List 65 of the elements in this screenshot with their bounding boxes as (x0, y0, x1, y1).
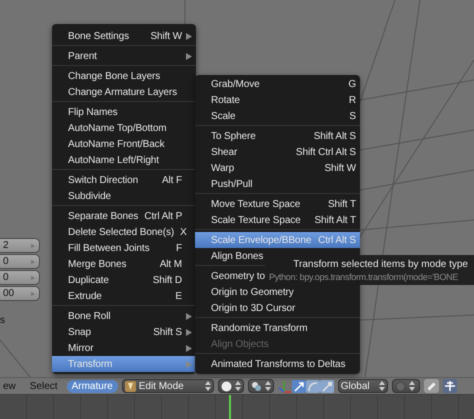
menu-item[interactable]: Warp Shift W (195, 160, 360, 176)
rotate-icon[interactable] (306, 380, 320, 392)
snap-grid-icon[interactable] (442, 379, 457, 393)
mode-dropdown[interactable]: Edit Mode (122, 379, 214, 393)
menu-item[interactable]: Mirror (52, 340, 196, 356)
menu-item[interactable]: Grab/Move G (195, 76, 360, 92)
menu-item[interactable]: Push/Pull (195, 176, 360, 192)
menu-item[interactable]: Scale S (195, 108, 360, 124)
header-menu[interactable]: Select (24, 380, 63, 392)
menu-item[interactable]: Subdivide (52, 188, 196, 204)
orientation-dropdown[interactable]: Global (338, 379, 388, 393)
arrow-icon (31, 242, 35, 248)
move-arrow-icon[interactable] (292, 380, 306, 392)
sphere-icon (220, 380, 232, 392)
menu-item[interactable]: Origin to Geometry (195, 284, 360, 300)
menu-item[interactable]: Fill Between Joints F (52, 240, 196, 256)
menu-item[interactable]: Extrude E (52, 288, 196, 304)
menu-item[interactable]: Change Armature Layers (52, 84, 196, 100)
menu-item[interactable]: Origin to 3D Cursor (195, 300, 360, 316)
menu-item[interactable]: To Sphere Shift Alt S (195, 128, 360, 144)
tooltip-text: Transform selected items by mode type (293, 258, 468, 270)
menu-item[interactable]: Scale Texture Space Shift Alt T (195, 212, 360, 228)
menu-item[interactable]: Bone Settings Shift W (52, 28, 196, 44)
menu-item[interactable]: Flip Names (52, 104, 196, 120)
menu-item[interactable]: Parent (52, 48, 196, 64)
menu-item[interactable]: Delete Selected Bone(s) X (52, 224, 196, 240)
arrow-icon (31, 290, 35, 296)
menu-item[interactable]: AutoName Top/Bottom (52, 120, 196, 136)
menu-item[interactable]: AutoName Left/Right (52, 152, 196, 168)
menu-item[interactable]: Animated Transforms to Deltas (195, 356, 360, 372)
shading-dropdown[interactable] (218, 379, 244, 393)
menu-item[interactable]: Bone Roll (52, 308, 196, 324)
menu-item[interactable]: Switch Direction Alt F (52, 172, 196, 188)
menu-item[interactable]: Change Bone Layers (52, 68, 196, 84)
number-field[interactable]: 2 (0, 238, 40, 253)
current-frame-line (229, 395, 231, 419)
menu-item[interactable]: Move Texture Space Shift T (195, 196, 360, 212)
header-menu[interactable]: Armature (66, 380, 118, 392)
up-down-arrows-icon (408, 381, 415, 391)
number-field[interactable]: 0 (0, 254, 40, 269)
pivot-dropdown[interactable] (248, 379, 274, 393)
menu-item[interactable]: Randomize Transform (195, 320, 360, 336)
menu-item[interactable]: Separate Bones Ctrl Alt P (52, 208, 196, 224)
circle-icon (394, 380, 406, 392)
scale-icon[interactable] (320, 380, 334, 392)
panel-label: s (0, 315, 6, 326)
up-down-arrows-icon (264, 381, 271, 391)
number-field[interactable]: 0 (0, 270, 40, 285)
menu-item[interactable]: Duplicate Shift D (52, 272, 196, 288)
menu-item[interactable]: Rotate R (195, 92, 360, 108)
header-menu[interactable]: ew (0, 380, 21, 392)
proportional-dropdown[interactable] (392, 379, 420, 393)
up-down-arrows-icon (204, 381, 211, 391)
arrow-icon (31, 274, 35, 280)
arrow-icon (31, 258, 35, 264)
menu-item[interactable]: AutoName Front/Back (52, 136, 196, 152)
number-field[interactable]: 00 (0, 286, 40, 301)
tooltip-python: Python: bpy.ops.transform.transform(mode='BONE (269, 272, 460, 282)
up-down-arrows-icon (378, 381, 385, 391)
up-down-arrows-icon (234, 381, 241, 391)
menu-item[interactable]: Merge Bones Alt M (52, 256, 196, 272)
menu-item[interactable]: Snap Shift S (52, 324, 196, 340)
armature-icon (124, 380, 136, 392)
menu-item[interactable]: Shear Shift Ctrl Alt S (195, 144, 360, 160)
circles-icon (250, 380, 262, 392)
